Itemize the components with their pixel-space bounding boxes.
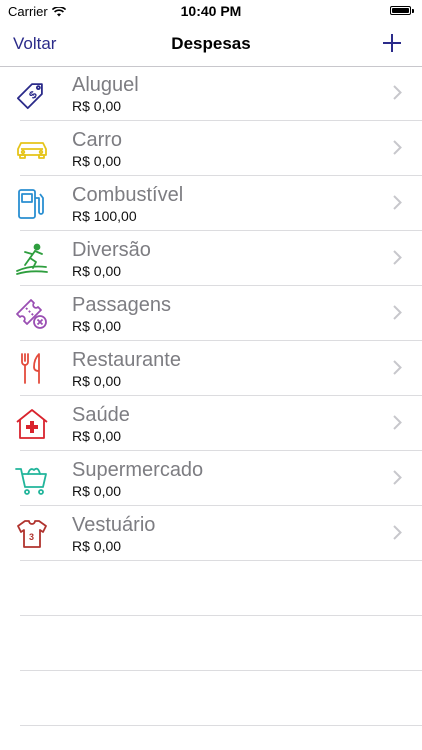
- shirt-icon: 3: [17, 520, 47, 548]
- list-item-supermercado[interactable]: Supermercado R$ 0,00: [0, 451, 422, 506]
- status-bar: Carrier 10:40 PM: [0, 0, 422, 22]
- list-item-restaurante[interactable]: Restaurante R$ 0,00: [0, 341, 422, 396]
- chevron-right-icon: [393, 195, 402, 210]
- chevron-right-icon: [393, 140, 402, 155]
- category-label: Carro: [72, 129, 123, 151]
- list-item-aluguel[interactable]: $ Aluguel R$ 0,00: [0, 66, 422, 121]
- navigation-bar: Voltar Despesas: [0, 22, 422, 67]
- chevron-right-icon: [393, 250, 402, 265]
- ticket-icon: [16, 299, 47, 329]
- battery-icon: [390, 6, 414, 15]
- price-tag-icon: $: [16, 83, 43, 110]
- svg-text:3: 3: [29, 532, 34, 542]
- hospital-icon: [16, 409, 48, 439]
- category-amount: R$ 0,00: [72, 263, 122, 279]
- category-label: Saúde: [72, 404, 130, 426]
- category-label: Supermercado: [72, 459, 204, 481]
- list-item-passagens[interactable]: Passagens R$ 0,00: [0, 286, 422, 341]
- category-label: Restaurante: [72, 349, 181, 371]
- list-item-vestuario[interactable]: 3 Vestuário R$ 0,00: [0, 506, 422, 561]
- category-label: Vestuário: [72, 514, 156, 536]
- chevron-right-icon: [393, 360, 402, 375]
- list-item-combustivel[interactable]: Combustível R$ 100,00: [0, 176, 422, 231]
- expense-category-list: $ Aluguel R$ 0,00 Carro R$ 0,00 Combustí…: [0, 66, 422, 726]
- empty-row: [0, 561, 422, 616]
- category-amount: R$ 0,00: [72, 483, 122, 499]
- list-item-saude[interactable]: Saúde R$ 0,00: [0, 396, 422, 451]
- category-amount: R$ 0,00: [72, 98, 122, 114]
- category-label: Diversão: [72, 239, 151, 261]
- fuel-pump-icon: [18, 189, 44, 219]
- shopping-cart-icon: [15, 467, 47, 495]
- category-label: Aluguel: [72, 74, 139, 96]
- category-amount: R$ 0,00: [72, 428, 122, 444]
- surfer-icon: [16, 243, 48, 275]
- chevron-right-icon: [393, 85, 402, 100]
- empty-row: [0, 671, 422, 726]
- list-item-carro[interactable]: Carro R$ 0,00: [0, 121, 422, 176]
- category-amount: R$ 0,00: [72, 318, 122, 334]
- chevron-right-icon: [393, 415, 402, 430]
- car-icon: [17, 142, 47, 159]
- plus-icon[interactable]: [380, 31, 404, 55]
- category-amount: R$ 100,00: [72, 208, 137, 224]
- empty-row: [0, 616, 422, 671]
- chevron-right-icon: [393, 470, 402, 485]
- category-amount: R$ 0,00: [72, 153, 122, 169]
- category-label: Passagens: [72, 294, 171, 316]
- chevron-right-icon: [393, 305, 402, 320]
- category-label: Combustível: [72, 184, 184, 206]
- chevron-right-icon: [393, 525, 402, 540]
- fork-knife-icon: [21, 353, 40, 384]
- list-item-diversao[interactable]: Diversão R$ 0,00: [0, 231, 422, 286]
- category-amount: R$ 0,00: [72, 373, 122, 389]
- clock: 10:40 PM: [180, 3, 242, 19]
- svg-text:$: $: [27, 89, 40, 102]
- category-amount: R$ 0,00: [72, 538, 122, 554]
- page-title: Despesas: [171, 34, 251, 53]
